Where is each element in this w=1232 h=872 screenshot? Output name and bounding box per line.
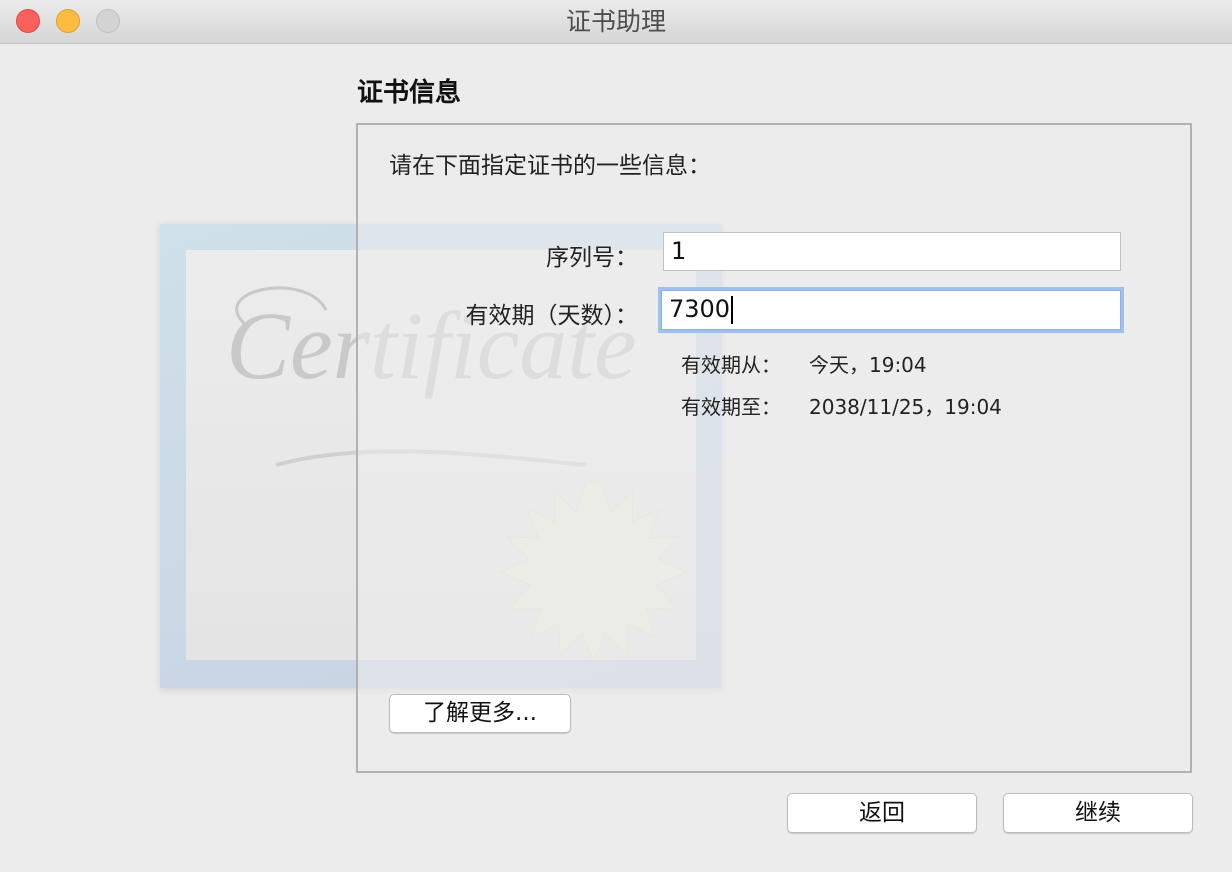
window-title: 证书助理 (565, 7, 666, 36)
section-heading: 证书信息 (357, 78, 462, 108)
serial-number-value: 1 (671, 237, 687, 265)
valid-from-value: 今天，19:04 (809, 353, 927, 377)
certificate-info-panel (356, 123, 1192, 773)
continue-button[interactable]: 继续 (1003, 793, 1193, 833)
validity-days-label: 有效期（天数）： (465, 303, 639, 329)
valid-to-label: 有效期至： (681, 395, 781, 419)
back-button[interactable]: 返回 (787, 793, 977, 833)
serial-number-label: 序列号： (546, 245, 638, 271)
validity-days-value: 7300 (669, 295, 731, 323)
certificate-assistant-window: 证书助理 Certificate 证书信息 请在下面指定证书的一些信息： 序列号… (0, 0, 1232, 872)
text-caret (731, 296, 734, 324)
title-bar: 证书助理 (0, 0, 1232, 44)
intro-text: 请在下面指定证书的一些信息： (389, 153, 711, 179)
valid-from-label: 有效期从： (681, 353, 781, 377)
valid-to-value: 2038/11/25，19:04 (809, 395, 1002, 419)
validity-days-field[interactable]: 7300 (661, 290, 1121, 330)
serial-number-field[interactable]: 1 (663, 232, 1121, 271)
learn-more-button[interactable]: 了解更多... (389, 694, 571, 733)
